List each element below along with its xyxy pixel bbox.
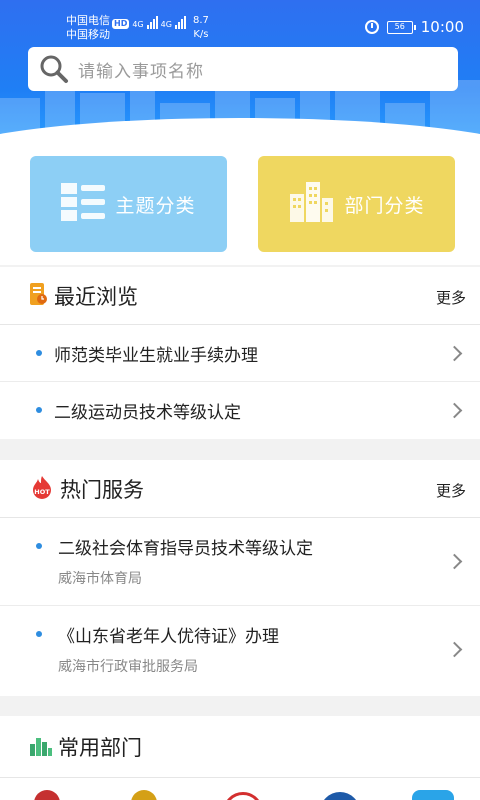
chevron-right-icon (446, 641, 463, 658)
list-item[interactable]: 二级运动员技术等级认定 (0, 382, 480, 439)
status-right: 56 10:00 (364, 18, 464, 36)
department-category-label: 部门分类 (344, 194, 425, 217)
hot-flame-icon: HOT (30, 475, 54, 503)
list-item-department: 威海市体育局 (58, 571, 142, 587)
building-chart-icon (30, 734, 52, 760)
list-item[interactable]: 《山东省老年人优待证》办理 威海市行政审批服务局 (0, 606, 480, 696)
network-speed: 8.7 K/s (193, 14, 209, 42)
list-item-title: 二级运动员技术等级认定 (54, 403, 241, 423)
department-logo[interactable] (223, 792, 263, 800)
hd-badge: HD (112, 19, 130, 29)
signal-group: HD 4G 4G (112, 15, 186, 29)
list-item-title: 师范类毕业生就业手续办理 (54, 346, 258, 366)
hot-more-link[interactable]: 更多 (436, 480, 466, 501)
clock: 10:00 (420, 18, 464, 36)
recent-header: 最近浏览 更多 (0, 267, 480, 325)
bullet-dot (36, 631, 42, 637)
recent-more-link[interactable]: 更多 (436, 287, 466, 308)
theme-category-button[interactable]: 主题分类 (30, 156, 227, 252)
list-item[interactable]: 二级社会体育指导员技术等级认定 威海市体育局 (0, 518, 480, 606)
bullet-dot (36, 350, 42, 356)
speed-value: 8.7 (193, 15, 209, 26)
alarm-icon (364, 20, 379, 34)
grid-list-icon (61, 182, 106, 226)
app-screen: 中国电信 中国移动 HD 4G 4G 8.7 K/s 56 10:00 请输入事 (0, 0, 480, 800)
bullet-dot (36, 543, 42, 549)
carrier-labels: 中国电信 中国移动 (66, 14, 110, 42)
status-bar: 中国电信 中国移动 HD 4G 4G 8.7 K/s 56 10:00 (0, 0, 480, 44)
signal-bars-icon (146, 15, 158, 29)
category-cards: 主题分类 部门分类 (0, 150, 480, 265)
speed-unit: K/s (193, 29, 209, 40)
chevron-right-icon (446, 345, 463, 362)
carrier-1: 中国电信 (66, 14, 110, 27)
building-icon (288, 181, 334, 227)
list-item-department: 威海市行政审批服务局 (58, 659, 198, 675)
carrier-2: 中国移动 (66, 28, 110, 41)
search-placeholder[interactable]: 请输入事项名称 (78, 57, 204, 82)
recent-section: 最近浏览 更多 师范类毕业生就业手续办理 二级运动员技术等级认定 (0, 267, 480, 439)
theme-category-label: 主题分类 (115, 194, 196, 217)
department-logo[interactable] (131, 790, 157, 800)
common-header: 常用部门 (0, 716, 480, 778)
chevron-right-icon (446, 402, 463, 419)
battery-icon: 56 (386, 20, 416, 34)
network-type-1: 4G (132, 20, 144, 29)
signal-bars-icon (174, 15, 186, 29)
list-item-title: 《山东省老年人优待证》办理 (58, 627, 279, 647)
hot-title: 热门服务 (60, 477, 144, 502)
search-icon (38, 53, 70, 85)
common-departments-section: 常用部门 (0, 716, 480, 800)
hot-services-section: HOT 热门服务 更多 二级社会体育指导员技术等级认定 威海市体育局 《山东省老… (0, 460, 480, 696)
department-category-button[interactable]: 部门分类 (258, 156, 455, 252)
list-item-title: 二级社会体育指导员技术等级认定 (58, 539, 313, 559)
search-bar[interactable]: 请输入事项名称 (28, 47, 458, 91)
bullet-dot (36, 407, 42, 413)
department-logo[interactable] (320, 792, 360, 800)
department-logo[interactable] (34, 790, 60, 800)
hot-header: HOT 热门服务 更多 (0, 460, 480, 518)
network-type-2: 4G (160, 20, 172, 29)
chevron-right-icon (446, 553, 463, 570)
hot-badge-text: HOT (34, 488, 50, 496)
list-item[interactable]: 师范类毕业生就业手续办理 (0, 325, 480, 382)
history-icon (30, 282, 48, 309)
recent-title: 最近浏览 (54, 284, 138, 309)
battery-level: 56 (394, 21, 405, 31)
common-title: 常用部门 (58, 735, 142, 760)
department-logo[interactable] (412, 790, 454, 800)
